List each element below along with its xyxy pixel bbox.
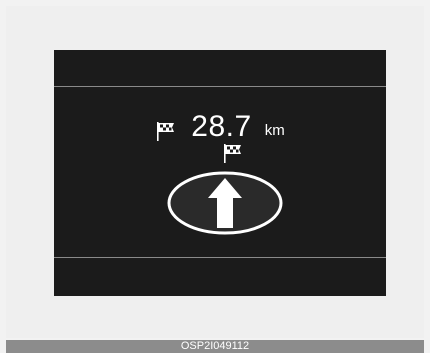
top-divider	[54, 86, 386, 87]
bottom-divider	[54, 257, 386, 258]
figure-caption: OSP2I049112	[6, 340, 424, 353]
waypoint-flag-icon	[224, 144, 241, 163]
cluster-display: 28.7 km	[54, 50, 386, 296]
distance-row: 28.7 km	[54, 106, 386, 142]
checkered-flag-icon	[157, 122, 175, 141]
distance-unit: km	[264, 122, 285, 139]
straight-arrow-icon	[167, 171, 283, 235]
distance-value: 28.7	[191, 110, 252, 143]
